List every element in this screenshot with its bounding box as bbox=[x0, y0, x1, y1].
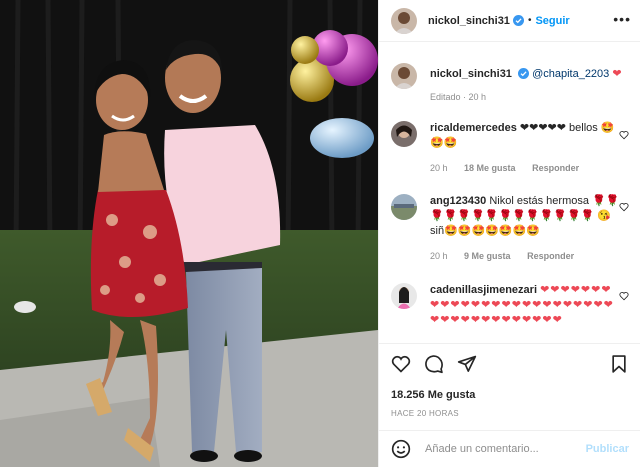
instagram-post: nickol_sinchi31 • Seguir ••• nickol_sinc… bbox=[0, 0, 640, 467]
avatar[interactable] bbox=[391, 283, 417, 309]
comments-list[interactable]: nickol_sinchi31 @chapita_2203 ❤ Editado … bbox=[379, 43, 640, 343]
comment-likes[interactable]: 9 Me gusta bbox=[464, 251, 511, 261]
heart-outline-icon[interactable] bbox=[391, 354, 411, 374]
comment-likes[interactable]: 18 Me gusta bbox=[464, 163, 516, 173]
comment-bubble-icon[interactable] bbox=[424, 354, 444, 374]
caption-meta: Editado · 20 h bbox=[430, 92, 487, 102]
post-side-panel: nickol_sinchi31 • Seguir ••• nickol_sinc… bbox=[378, 0, 640, 467]
avatar[interactable] bbox=[391, 63, 417, 89]
likes-count[interactable]: 18.256 Me gusta bbox=[391, 389, 475, 401]
reply-button[interactable]: Responder bbox=[527, 251, 574, 261]
avatar[interactable] bbox=[391, 194, 417, 220]
comment-username[interactable]: ang123430 bbox=[430, 195, 486, 207]
heart-outline-icon[interactable] bbox=[619, 291, 629, 301]
comment-item: ricaldemercedes ❤❤❤❤❤ bellos 🤩🤩🤩 20 h 18… bbox=[391, 121, 640, 176]
avatar[interactable] bbox=[391, 121, 417, 147]
header-username[interactable]: nickol_sinchi31 bbox=[428, 15, 510, 27]
heart-outline-icon[interactable] bbox=[619, 202, 629, 212]
comment-input[interactable] bbox=[425, 443, 585, 455]
comment-username[interactable]: ricaldemercedes bbox=[430, 122, 517, 134]
verified-badge-icon bbox=[518, 68, 529, 79]
couple-photo-illustration bbox=[0, 0, 378, 467]
publish-button[interactable]: Publicar bbox=[586, 443, 629, 455]
comment-item: ang123430 Nikol estás hermosa 🌹🌹🌹🌹🌹🌹🌹🌹🌹🌹… bbox=[391, 194, 640, 264]
comment-meta: 20 h 18 Me gusta Responder bbox=[430, 161, 620, 176]
post-actions: 18.256 Me gusta HACE 20 HORAS bbox=[379, 343, 640, 429]
avatar[interactable] bbox=[391, 7, 417, 34]
verified-badge-icon bbox=[512, 15, 524, 26]
follow-button[interactable]: Seguir bbox=[535, 15, 569, 27]
comment-meta: 20 h 9 Me gusta Responder bbox=[430, 249, 620, 264]
add-comment-bar: Publicar bbox=[379, 430, 640, 467]
comment-item: cadenillasjimenezari ❤❤❤❤❤❤❤❤❤❤❤❤❤❤❤❤❤❤❤… bbox=[391, 283, 640, 328]
emoji-smile-icon[interactable] bbox=[391, 439, 411, 459]
caption-mention[interactable]: @chapita_2203 bbox=[532, 68, 609, 80]
reply-button[interactable]: Responder bbox=[532, 163, 579, 173]
post-photo[interactable] bbox=[0, 0, 378, 467]
caption-username[interactable]: nickol_sinchi31 bbox=[430, 68, 512, 80]
header-separator: • bbox=[527, 15, 532, 26]
comment-time: 20 h bbox=[430, 251, 448, 261]
comment-time: 20 h bbox=[430, 163, 448, 173]
post-caption: nickol_sinchi31 @chapita_2203 ❤ Editado … bbox=[391, 63, 622, 102]
action-icons bbox=[391, 354, 477, 374]
comment-username[interactable]: cadenillasjimenezari bbox=[430, 284, 537, 296]
more-dots-icon[interactable]: ••• bbox=[613, 11, 631, 27]
caption-emoji: ❤ bbox=[612, 68, 622, 80]
post-time: HACE 20 HORAS bbox=[391, 409, 459, 418]
bookmark-icon[interactable] bbox=[609, 354, 629, 374]
heart-outline-icon[interactable] bbox=[619, 130, 629, 140]
post-header: nickol_sinchi31 • Seguir ••• bbox=[379, 0, 640, 42]
share-send-icon[interactable] bbox=[457, 354, 477, 374]
